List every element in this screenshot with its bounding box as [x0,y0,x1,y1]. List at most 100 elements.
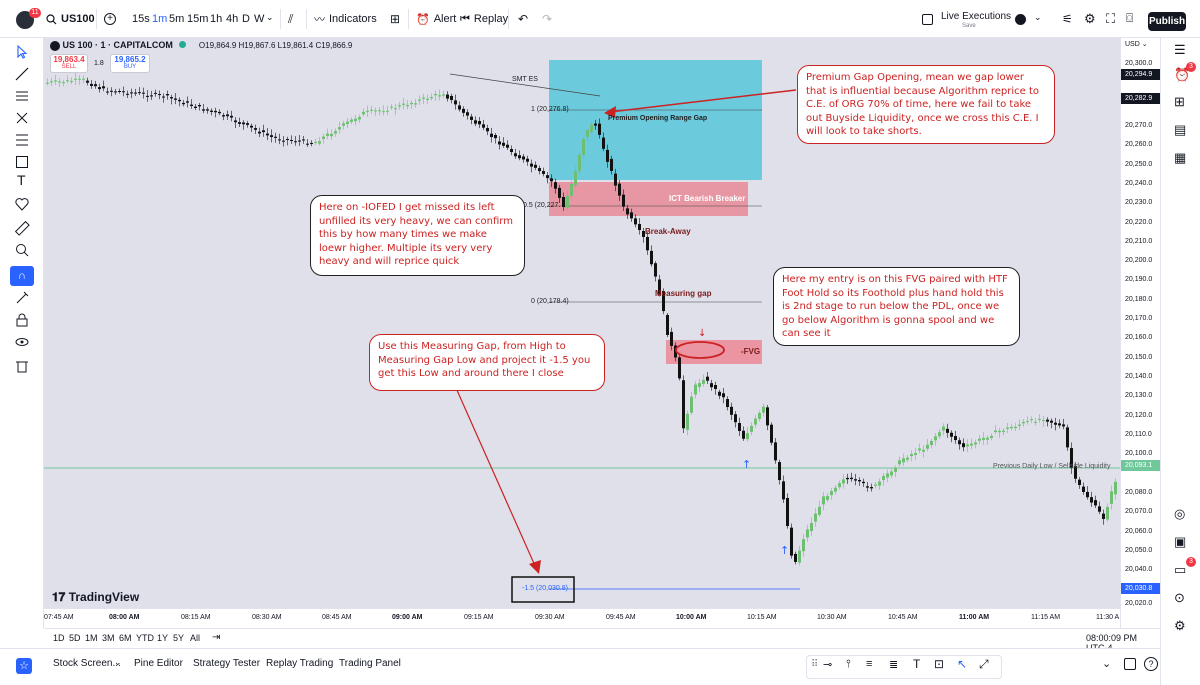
magnet-icon[interactable]: ∩ [10,266,34,286]
chevron-down-icon[interactable]: ⌄ [266,12,274,23]
range-ytd[interactable]: YTD [136,633,154,643]
vertical-line-icon[interactable]: ⫯ [846,658,851,671]
date-range-icon[interactable]: ⇥ [212,632,220,643]
templates-icon[interactable]: ⊞ [390,12,400,26]
help-icon[interactable]: ? [1144,657,1158,671]
watchlist-icon[interactable]: ☰ [1174,42,1186,58]
candle-type-icon[interactable]: ⫽ [288,12,293,27]
save-label[interactable]: Save [962,23,976,29]
parallel-lines-icon[interactable]: ≡ [866,658,872,670]
text-icon[interactable]: T [17,172,26,188]
tf-1m[interactable]: 1m [152,13,167,25]
add-symbol-icon[interactable]: + [104,13,116,25]
chevron-down-icon[interactable]: ⌄ [114,657,122,668]
range-1d[interactable]: 1D [53,633,65,643]
range-3m[interactable]: 3M [102,633,115,643]
trash-icon[interactable] [14,358,30,374]
price-axis[interactable]: USD ⌄ 20,300.0 20,294.9 20,282.9 20,270.… [1120,38,1161,628]
account-avatar[interactable] [1015,14,1026,25]
tf-15s[interactable]: 15s [132,13,150,25]
zoom-icon[interactable] [14,242,30,258]
fib-retracement-icon[interactable] [14,132,30,148]
line-icon[interactable]: ⊸ [823,658,832,671]
time-axis[interactable]: 07:45 AM 08:00 AM 08:15 AM 08:30 AM 08:4… [44,608,1120,628]
tf-d[interactable]: D [242,13,250,25]
candle-body [750,425,753,432]
candle-body [558,187,561,198]
currency-selector[interactable]: USD ⌄ [1125,40,1148,48]
tab-trading-panel[interactable]: Trading Panel [339,658,401,669]
heart-icon[interactable] [14,196,30,212]
publish-button[interactable]: Publish [1148,12,1186,31]
text-tool-icon[interactable]: T [913,657,920,671]
ideas-icon[interactable]: ▣ [1174,534,1186,550]
tf-1h[interactable]: 1h [210,13,222,25]
candle-body [774,442,777,461]
candle-body [794,553,797,562]
svg-text:↓: ↓ [698,328,706,339]
candle-body [62,82,65,84]
undo-icon[interactable]: ↶ [518,12,528,26]
tab-stock-screener[interactable]: Stock Screen... [53,658,121,669]
chevron-down-icon[interactable]: ⌄ [1102,657,1111,670]
rectangle-icon[interactable] [14,154,30,170]
eye-icon[interactable] [14,334,30,350]
chat-icon[interactable]: ◎ [1174,506,1185,522]
settings-sliders-icon[interactable]: ⚟ [1062,12,1073,26]
pitchfork-icon[interactable] [14,110,30,126]
range-6m[interactable]: 6M [119,633,132,643]
tf-5m[interactable]: 5m [169,13,184,25]
horizontal-lines-icon[interactable] [14,88,30,104]
tab-pine-editor[interactable]: Pine Editor [134,658,183,669]
price-label: 20,050.0 [1125,547,1153,554]
candle-body [266,133,269,136]
cursor-icon[interactable] [14,44,30,60]
rect-tool-icon[interactable]: ⊡ [934,657,944,671]
news-icon[interactable]: ▤ [1174,122,1186,138]
range-1m[interactable]: 1M [85,633,98,643]
fullscreen-icon[interactable]: ⛶ [1106,11,1115,27]
camera-icon[interactable]: ⌼ [1126,11,1133,26]
buy-button[interactable]: 19,865.2 BUY [110,54,150,73]
redo-icon[interactable]: ↷ [542,12,552,26]
candle-body [986,437,989,440]
layout-checkbox[interactable] [922,14,933,25]
help-circle-icon[interactable]: ⊙ [1174,590,1185,606]
range-5d[interactable]: 5D [69,633,81,643]
fib-icon[interactable]: ≣ [889,658,898,671]
tab-strategy-tester[interactable]: Strategy Tester [193,658,260,669]
drag-handle-icon[interactable]: ⠿ [811,659,818,670]
star-icon[interactable]: ☆ [16,658,32,674]
candle-body [1058,423,1061,426]
tf-4h[interactable]: 4h [226,13,238,25]
notifications-icon[interactable]: ▭ [1174,562,1186,578]
tab-replay-trading[interactable]: Replay Trading [266,658,333,669]
range-all[interactable]: All [190,633,200,643]
cursor-tool-icon[interactable]: ↖ [957,657,967,671]
alert-button[interactable]: ⏰ Alert [416,0,456,38]
trend-line-icon[interactable] [14,66,30,82]
candle-body [190,104,193,106]
tf-w[interactable]: W [254,13,264,25]
settings-icon[interactable]: ⚙ [1174,618,1186,634]
tf-15m[interactable]: 15m [187,13,208,25]
trend-tool-icon[interactable]: ⤢ [979,657,989,672]
iofed-note: Here on -IOFED I get missed its left unf… [310,195,525,276]
replay-button[interactable]: ⏮ Replay [460,0,508,38]
live-executions-label[interactable]: Live Executions [941,11,1011,22]
sell-button[interactable]: 19,863.4 SELL [50,54,88,73]
lock-icon[interactable] [14,312,30,328]
range-1y[interactable]: 1Y [157,633,168,643]
range-5y[interactable]: 5Y [173,633,184,643]
maximize-icon[interactable] [1124,658,1136,670]
data-window-icon[interactable]: ⊞ [1174,94,1185,110]
chevron-down-icon[interactable]: ⌄ [1034,12,1042,23]
calendar-icon[interactable]: ▦ [1174,150,1186,166]
chart-canvas[interactable]: ↓ ↑ ↑ US 100 · 1 · CAPITALCOM O19,864.9 … [44,38,1120,628]
smt-label: SMT ES [512,76,538,83]
ruler-icon[interactable] [14,220,30,236]
indicators-button[interactable]: 〰 Indicators [314,0,377,38]
lock-drawing-icon[interactable] [14,290,30,306]
gear-icon[interactable]: ⚙ [1084,11,1096,27]
symbol-search[interactable]: US100 [46,0,95,38]
